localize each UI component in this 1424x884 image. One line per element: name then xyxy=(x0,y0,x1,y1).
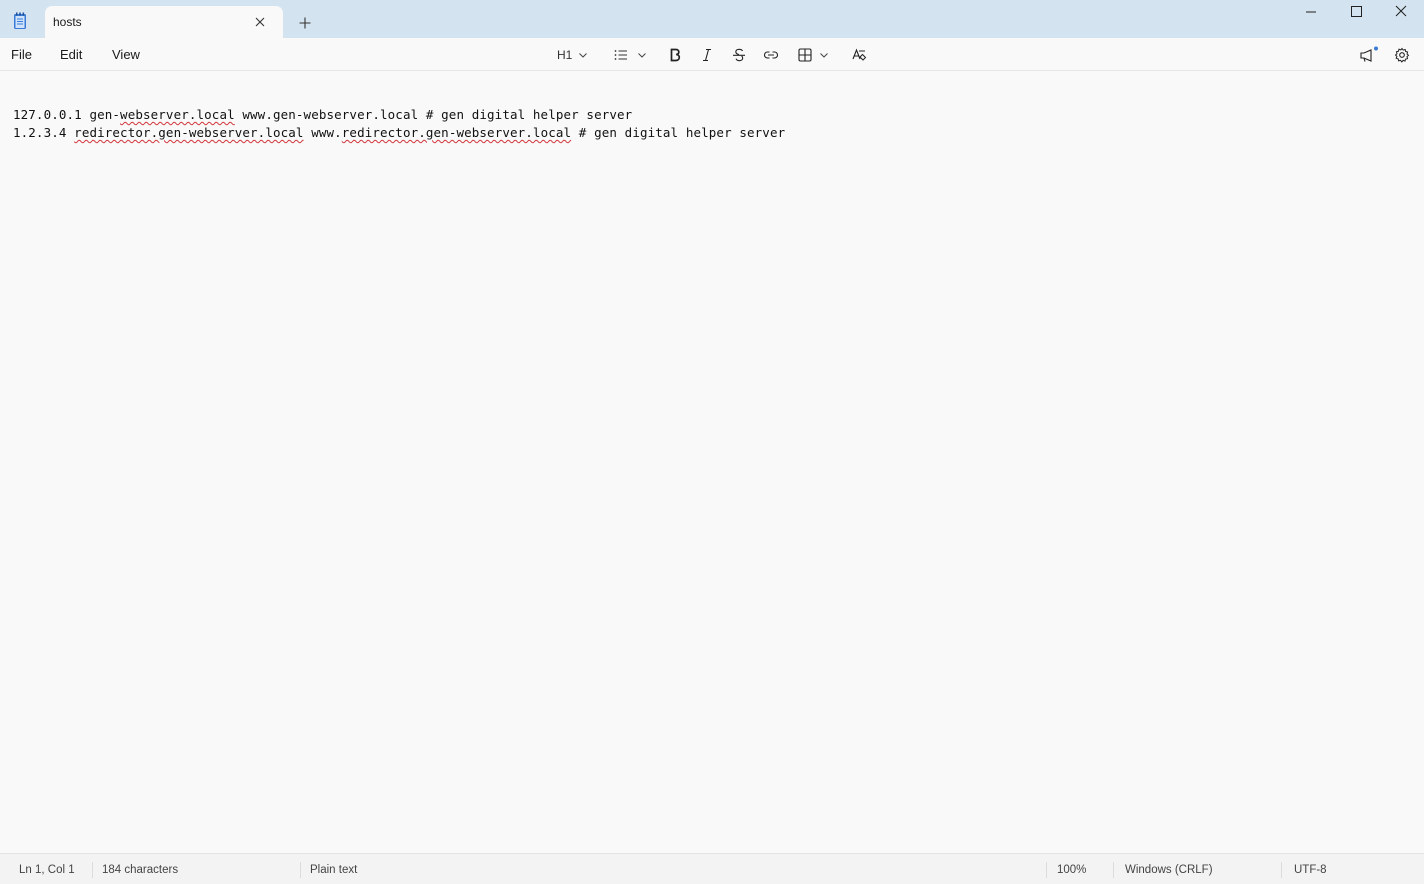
editor-line-2: 1.2.3.4 redirector.gen-webserver.local w… xyxy=(13,125,786,140)
spelling-error[interactable]: redirector.gen-webserver.local xyxy=(342,125,571,140)
spelling-error[interactable]: webserver.local xyxy=(120,107,235,122)
notepad-app-icon xyxy=(12,12,28,30)
text-editor[interactable]: 127.0.0.1 gen-webserver.local www.gen-we… xyxy=(0,71,1424,853)
gear-icon xyxy=(1394,47,1410,63)
character-count: 184 characters xyxy=(102,864,179,876)
menu-file[interactable]: File xyxy=(11,47,32,62)
tab-hosts[interactable]: hosts xyxy=(45,6,283,38)
whats-new-button[interactable] xyxy=(1359,45,1379,65)
megaphone-icon xyxy=(1360,46,1378,62)
cursor-position[interactable]: Ln 1, Col 1 xyxy=(19,864,75,876)
table-dropdown[interactable] xyxy=(797,45,829,65)
chevron-down-icon xyxy=(820,53,828,58)
settings-button[interactable] xyxy=(1394,45,1410,65)
status-bar: Ln 1, Col 1 184 characters Plain text 10… xyxy=(0,853,1424,884)
title-bar: hosts xyxy=(0,0,1424,38)
tab-title: hosts xyxy=(53,15,82,29)
status-divider xyxy=(300,862,301,878)
strikethrough-icon xyxy=(733,48,745,62)
maximize-button[interactable] xyxy=(1333,0,1379,24)
menu-edit[interactable]: Edit xyxy=(60,47,82,62)
spelling-error[interactable]: redirector.gen-webserver.local xyxy=(74,125,303,140)
status-divider xyxy=(1113,862,1114,878)
heading-label: H1 xyxy=(557,48,573,62)
status-divider xyxy=(1046,862,1047,878)
status-divider xyxy=(92,862,93,878)
status-divider xyxy=(1281,862,1282,878)
line-ending[interactable]: Windows (CRLF) xyxy=(1125,864,1213,876)
italic-button[interactable] xyxy=(699,45,715,65)
heading-dropdown[interactable]: H1 xyxy=(557,45,588,65)
close-tab-icon[interactable] xyxy=(252,14,268,30)
list-icon xyxy=(614,50,627,60)
text-format[interactable]: Plain text xyxy=(310,864,357,876)
list-dropdown[interactable] xyxy=(613,45,647,65)
link-button[interactable] xyxy=(763,45,779,65)
editor-line-1: 127.0.0.1 gen-webserver.local www.gen-we… xyxy=(13,107,633,122)
clear-formatting-icon xyxy=(852,48,867,61)
table-icon xyxy=(798,48,812,62)
bold-button[interactable] xyxy=(667,45,683,65)
zoom-level[interactable]: 100% xyxy=(1057,864,1086,876)
close-window-button[interactable] xyxy=(1378,0,1424,24)
menu-bar: File Edit View H1 xyxy=(0,38,1424,71)
menu-view[interactable]: View xyxy=(112,47,140,62)
minimize-button[interactable] xyxy=(1288,0,1334,24)
chevron-down-icon xyxy=(579,53,588,58)
chevron-down-icon xyxy=(638,53,646,58)
new-tab-icon[interactable] xyxy=(296,14,314,32)
encoding[interactable]: UTF-8 xyxy=(1294,864,1327,876)
strikethrough-button[interactable] xyxy=(731,45,747,65)
bold-icon xyxy=(670,48,681,62)
italic-icon xyxy=(703,48,711,62)
clear-formatting-button[interactable] xyxy=(851,45,867,65)
link-icon xyxy=(763,51,779,59)
